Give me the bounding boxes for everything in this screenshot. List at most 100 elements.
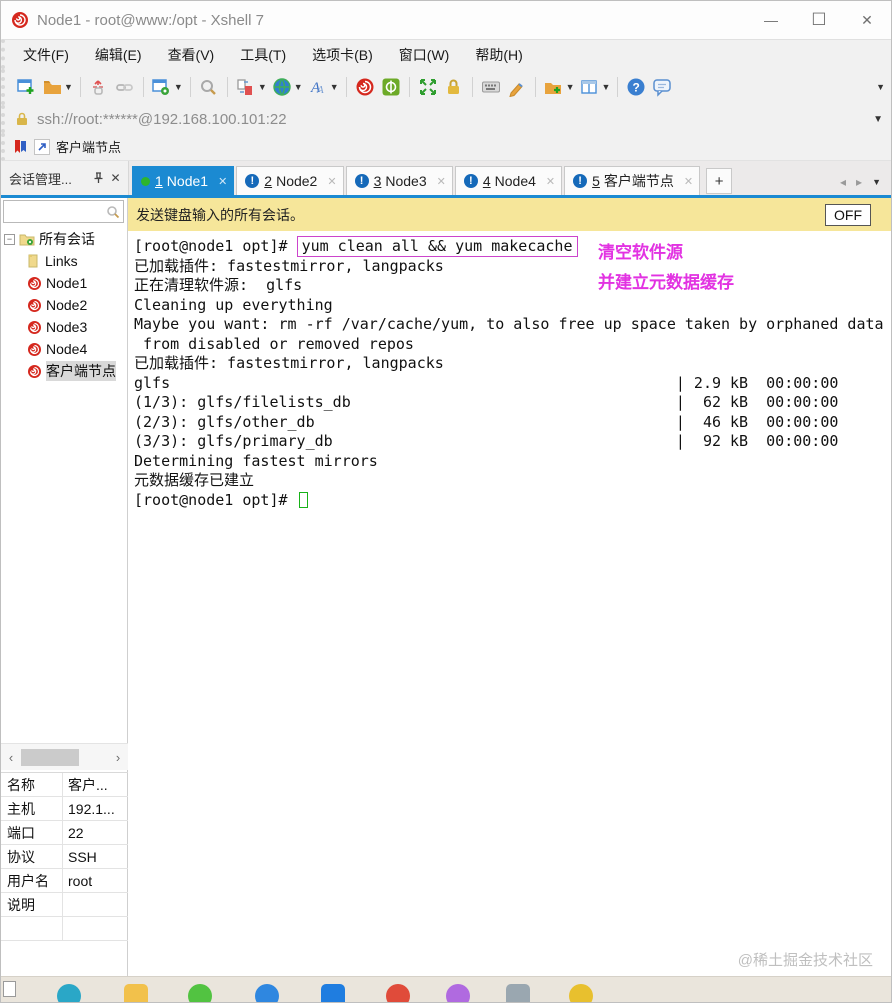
dock-icon-app-purple[interactable] [446, 984, 470, 1002]
tab-close-icon[interactable]: ✕ [684, 175, 693, 188]
chat-icon[interactable] [649, 74, 675, 100]
tab-node4[interactable]: 4 Node4 ✕ [454, 166, 563, 195]
pin-icon[interactable] [90, 170, 107, 187]
bookmark-item[interactable]: 客户端节点 [56, 137, 121, 156]
tree-root-all-sessions[interactable]: − 所有会话 [1, 228, 127, 250]
tab-node3[interactable]: 3 Node3 ✕ [345, 166, 453, 195]
tile-dropdown-caret[interactable]: ▼ [602, 82, 611, 92]
tab-client-node[interactable]: 5 客户端节点 ✕ [564, 166, 701, 195]
web-icon[interactable] [269, 74, 295, 100]
dock-icon-app-red[interactable] [386, 984, 410, 1002]
session-panel-header: 会话管理... ✕ [1, 161, 129, 195]
find-icon[interactable] [196, 74, 222, 100]
menu-bar: 文件(F) 编辑(E) 查看(V) 工具(T) 选项卡(B) 窗口(W) 帮助(… [1, 39, 891, 69]
properties-dropdown-caret[interactable]: ▼ [174, 82, 183, 92]
dock-icon-app-blue[interactable] [255, 984, 279, 1002]
broadcast-off-button[interactable]: OFF [825, 203, 871, 226]
toolbar: ▼ ▼ ▼ ▼ AA ▼ ▼ ▼ ? ▼ [1, 69, 891, 105]
bookmark-link-icon[interactable] [34, 138, 50, 155]
menu-file[interactable]: 文件(F) [23, 45, 69, 65]
tree-item-node2[interactable]: Node2 [1, 294, 127, 316]
minimize-button[interactable]: — [747, 1, 795, 39]
session-panel-title: 会话管理... [9, 171, 72, 187]
tree-item-node1[interactable]: Node1 [1, 272, 127, 294]
tab-close-icon[interactable]: ✕ [327, 175, 336, 188]
address-dropdown-caret[interactable]: ▼ [873, 114, 883, 125]
scroll-left-icon[interactable]: ‹ [1, 750, 21, 765]
session-properties-icon[interactable] [149, 74, 175, 100]
transfer-dropdown-caret[interactable]: ▼ [258, 82, 267, 92]
terminal-line: 正在清理软件源: glfs [134, 276, 303, 294]
menu-view[interactable]: 查看(V) [168, 45, 215, 65]
new-tab-button[interactable]: + [706, 168, 733, 194]
web-dropdown-caret[interactable]: ▼ [294, 82, 303, 92]
tab-scroll-right-icon[interactable]: ▸ [856, 175, 862, 189]
open-dropdown-caret[interactable]: ▼ [64, 82, 73, 92]
new-session-icon[interactable] [13, 74, 39, 100]
alert-icon [354, 174, 369, 188]
tile-windows-icon[interactable] [577, 74, 603, 100]
reconnect-icon[interactable] [112, 74, 138, 100]
full-screen-icon[interactable] [415, 74, 441, 100]
dock-icon-remote[interactable] [321, 984, 345, 1002]
tab-list-caret[interactable]: ▼ [872, 177, 881, 187]
new-folder-icon[interactable] [541, 74, 567, 100]
menu-help[interactable]: 帮助(H) [475, 45, 522, 65]
help-icon[interactable]: ? [623, 74, 649, 100]
toolbar-overflow-caret[interactable]: ▼ [876, 82, 885, 92]
tree-item-node4[interactable]: Node4 [1, 338, 127, 360]
menu-window[interactable]: 窗口(W) [399, 45, 450, 65]
open-icon[interactable] [39, 74, 65, 100]
menu-edit[interactable]: 编辑(E) [95, 45, 142, 65]
terminal[interactable]: [root@node1 opt]# yum clean all && yum m… [128, 231, 891, 976]
address-url[interactable]: ssh://root:******@192.168.100.101:22 [37, 111, 873, 128]
address-bar[interactable]: ssh://root:******@192.168.100.101:22 ▼ [1, 105, 891, 133]
tree-item-node3[interactable]: Node3 [1, 316, 127, 338]
folder-icon [28, 254, 38, 268]
annotation-clear-repos: 清空软件源 [598, 243, 683, 262]
menu-tools[interactable]: 工具(T) [240, 45, 286, 65]
terminal-cursor-line: [root@node1 opt]# [134, 491, 891, 511]
close-button[interactable]: ✕ [843, 1, 891, 39]
search-icon [107, 205, 120, 218]
font-icon[interactable]: AA [305, 74, 331, 100]
tab-node1[interactable]: 1 Node1 ✕ [132, 166, 235, 195]
svg-text:A: A [316, 84, 324, 96]
terminal-line: (1/3): glfs/filelists_db | 62 kB 00:00:0… [134, 393, 839, 411]
table-row: 说明 [1, 893, 128, 917]
tab-node2[interactable]: 2 Node2 ✕ [236, 166, 344, 195]
disconnect-icon[interactable] [86, 74, 112, 100]
tab-scroll-left-icon[interactable]: ◂ [840, 175, 846, 189]
menu-tabs[interactable]: 选项卡(B) [312, 45, 373, 65]
collapse-icon[interactable]: − [4, 233, 15, 245]
taskbar-partial-icon[interactable] [3, 981, 16, 997]
scrollbar-thumb[interactable] [21, 748, 79, 766]
tab-close-icon[interactable]: ✕ [218, 175, 227, 188]
xshell-icon[interactable] [352, 74, 378, 100]
lock-screen-icon[interactable] [441, 74, 467, 100]
dock-icon-messenger[interactable] [188, 984, 212, 1002]
new-folder-dropdown-caret[interactable]: ▼ [566, 82, 575, 92]
new-file-transfer-icon[interactable] [233, 74, 259, 100]
table-row: 名称 客户... [1, 773, 128, 797]
virtual-keyboard-icon[interactable] [478, 74, 504, 100]
scroll-right-icon[interactable]: › [108, 750, 128, 765]
font-dropdown-caret[interactable]: ▼ [330, 82, 339, 92]
compose-icon[interactable] [504, 74, 530, 100]
broadcast-input-bar: 发送键盘输入的所有会话。 OFF [128, 198, 891, 231]
dock-icon-browser[interactable] [57, 984, 81, 1002]
xftp-icon[interactable] [378, 74, 404, 100]
maximize-button[interactable]: ☐ [795, 1, 843, 39]
bookmark-flag-icon[interactable] [13, 139, 28, 155]
dock-icon-notepad[interactable] [506, 984, 530, 1002]
tab-close-icon[interactable]: ✕ [437, 175, 446, 188]
tree-item-links[interactable]: Links [1, 250, 127, 272]
tree-item-client-node[interactable]: 客户端节点 [1, 360, 127, 382]
session-search-input[interactable] [3, 200, 124, 223]
dock-icon-folder[interactable] [124, 984, 148, 1002]
panel-close-icon[interactable]: ✕ [107, 170, 124, 187]
terminal-line: (3/3): glfs/primary_db | 92 kB 00:00:00 [134, 432, 839, 450]
tab-close-icon[interactable]: ✕ [546, 175, 555, 188]
dock-icon-office[interactable] [569, 984, 593, 1002]
tab-bar: 会话管理... ✕ 1 Node1 ✕ 2 Node2 ✕ 3 Node3 ✕ [1, 161, 891, 195]
